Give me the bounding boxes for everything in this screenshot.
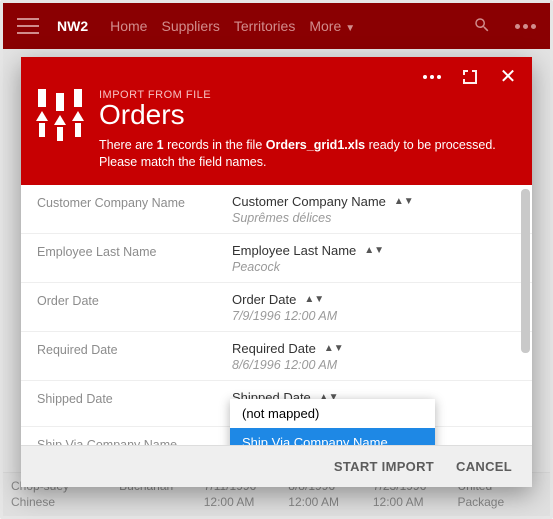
field-label: Employee Last Name — [37, 243, 232, 259]
sample-value: 7/9/1996 12:00 AM — [232, 309, 516, 323]
menu-icon[interactable] — [17, 18, 39, 34]
nav-more[interactable]: More ▼ — [309, 18, 355, 34]
sample-value: Peacock — [232, 260, 516, 274]
sample-value: 8/6/1996 12:00 AM — [232, 358, 516, 372]
sample-value: Suprêmes délices — [232, 211, 516, 225]
modal-overflow-icon[interactable] — [422, 67, 442, 87]
field-label: Order Date — [37, 292, 232, 308]
field-label: Customer Company Name — [37, 194, 232, 210]
selected-mapping: Required Date — [232, 341, 316, 356]
modal-header: ✕ IM — [21, 57, 532, 185]
fullscreen-icon[interactable] — [460, 67, 480, 87]
field-row: Order Date Order Date ▲▼ 7/9/1996 12:00 … — [21, 283, 532, 332]
field-mapping-select[interactable]: Required Date ▲▼ — [232, 341, 516, 356]
field-mapping-select[interactable]: Customer Company Name ▲▼ — [232, 194, 516, 209]
field-label: Required Date — [37, 341, 232, 357]
field-row: Customer Company Name Customer Company N… — [21, 185, 532, 234]
close-icon[interactable]: ✕ — [498, 67, 518, 87]
field-row: Required Date Required Date ▲▼ 8/6/1996 … — [21, 332, 532, 381]
cancel-button[interactable]: CANCEL — [456, 459, 512, 474]
import-icon — [35, 89, 85, 145]
field-mapping-select[interactable]: Order Date ▲▼ — [232, 292, 516, 307]
selected-mapping: Employee Last Name — [232, 243, 356, 258]
selected-mapping: Order Date — [232, 292, 296, 307]
search-icon[interactable] — [473, 16, 491, 37]
field-label: Ship Via Company Name — [37, 436, 232, 445]
modal-title: Orders — [99, 99, 518, 131]
field-label: Shipped Date — [37, 390, 232, 406]
scroll-thumb[interactable] — [521, 189, 530, 353]
overflow-icon[interactable] — [515, 24, 536, 29]
modal-footer: START IMPORT CANCEL — [21, 445, 532, 487]
sort-icon: ▲▼ — [324, 343, 344, 354]
sort-icon: ▲▼ — [304, 294, 324, 305]
brand[interactable]: NW2 — [57, 18, 88, 34]
nav-more-label: More — [309, 18, 341, 34]
sort-icon: ▲▼ — [394, 196, 414, 207]
scrollbar[interactable] — [521, 189, 530, 441]
field-mapping-select[interactable]: Employee Last Name ▲▼ — [232, 243, 516, 258]
start-import-button[interactable]: START IMPORT — [334, 459, 434, 474]
nav-suppliers[interactable]: Suppliers — [161, 18, 219, 34]
nav-home[interactable]: Home — [110, 18, 147, 34]
selected-mapping: Customer Company Name — [232, 194, 386, 209]
chevron-down-icon: ▼ — [345, 23, 355, 34]
topbar: NW2 Home Suppliers Territories More ▼ — [3, 3, 550, 49]
dropdown-option[interactable]: (not mapped) — [230, 399, 435, 428]
modal-description: There are 1 records in the file Orders_g… — [99, 137, 518, 171]
nav-territories[interactable]: Territories — [234, 18, 295, 34]
field-row: Employee Last Name Employee Last Name ▲▼… — [21, 234, 532, 283]
sort-icon: ▲▼ — [364, 245, 384, 256]
